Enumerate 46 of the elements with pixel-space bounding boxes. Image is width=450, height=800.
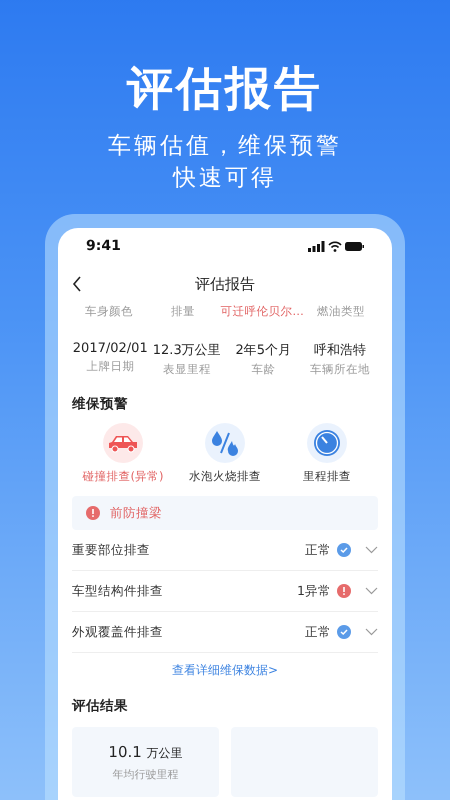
- section-title: 维保预警: [72, 395, 129, 413]
- warning-icon: [86, 506, 100, 520]
- check-status: 1异常: [297, 582, 331, 600]
- headline: 评估报告: [127, 60, 323, 117]
- stopwatch-icon: [307, 423, 347, 463]
- check-row[interactable]: 车型结构件排查 1异常: [72, 571, 378, 612]
- fact-value: 2017/02/01: [72, 341, 148, 356]
- check-status: 正常: [305, 624, 331, 640]
- subtitle: 车辆估值，维保预警: [108, 132, 342, 161]
- status-time: 9:41: [86, 238, 121, 254]
- fact-label: 上牌日期: [85, 359, 136, 374]
- fact-value: 2年5个月: [234, 342, 292, 359]
- attribute-label: 车身颜色: [84, 304, 134, 319]
- fact-value: 呼和浩特: [312, 342, 367, 359]
- check-category[interactable]: 里程排查: [303, 469, 351, 484]
- fact-value: 12.3万公里: [152, 342, 222, 359]
- attribute-label: 可迁呼伦贝尔…: [220, 304, 304, 319]
- section-title: 评估结果: [72, 697, 129, 715]
- alert-text: 前防撞梁: [110, 504, 162, 522]
- status-icons: [308, 240, 364, 252]
- back-icon[interactable]: [72, 276, 82, 292]
- warning-icon: [337, 584, 351, 598]
- check-label: 重要部位排查: [72, 542, 151, 558]
- subtitle: 快速可得: [173, 164, 277, 193]
- check-category[interactable]: 水泡火烧排查: [189, 469, 261, 484]
- check-status: 正常: [305, 542, 331, 558]
- attribute-label: 排量: [170, 304, 196, 319]
- fact-label: 车辆所在地: [308, 362, 371, 377]
- chevron-icon[interactable]: [365, 546, 378, 554]
- chevron-icon[interactable]: [365, 628, 378, 636]
- car-icon: [103, 423, 143, 463]
- water-fire-icon: [205, 423, 245, 463]
- card-value: 10.1 万公里: [108, 743, 183, 762]
- card-label: 年均行驶里程: [112, 767, 178, 782]
- check-row[interactable]: 外观覆盖件排查 正常: [72, 612, 378, 653]
- check-row[interactable]: 重要部位排查 正常: [72, 530, 378, 571]
- check-label: 车型结构件排查: [72, 582, 164, 600]
- check-icon: [337, 543, 351, 557]
- attribute-label: 燃油类型: [316, 304, 366, 319]
- details-link[interactable]: 查看详细维保数据>: [72, 662, 378, 679]
- check-icon: [337, 625, 351, 639]
- fact-label: 表显里程: [162, 362, 212, 377]
- fact-label: 车龄: [250, 362, 276, 377]
- check-label: 外观覆盖件排查: [72, 624, 164, 640]
- page-title: 评估报告: [195, 274, 255, 294]
- chevron-icon[interactable]: [365, 587, 378, 595]
